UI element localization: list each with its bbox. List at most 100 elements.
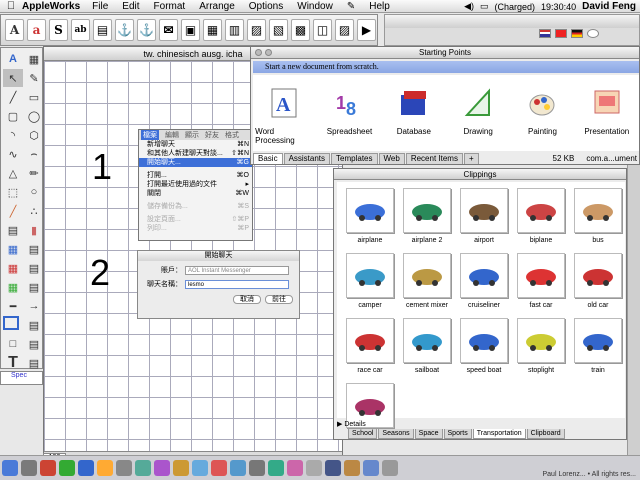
- polygon-tool-icon[interactable]: ⬡: [24, 126, 44, 144]
- app-dock-icon-15[interactable]: [287, 460, 303, 476]
- input-menu-icon[interactable]: [587, 29, 599, 38]
- details-toggle[interactable]: ▶ Details: [337, 420, 366, 428]
- battery-icon[interactable]: ▭: [480, 1, 489, 12]
- text-style-s-icon[interactable]: S: [49, 19, 68, 41]
- menu-edit[interactable]: Edit: [122, 1, 139, 12]
- app-dock-icon-9[interactable]: [173, 460, 189, 476]
- clipping-item[interactable]: airplane: [342, 188, 398, 253]
- clipping-item[interactable]: fast car: [513, 253, 569, 318]
- clipping-item[interactable]: airplane 2: [399, 188, 455, 253]
- app-dock-icon-10[interactable]: [192, 460, 208, 476]
- fill-tool-icon[interactable]: ▤: [3, 221, 23, 239]
- link-icon[interactable]: ⚓: [115, 19, 134, 41]
- app-dock-icon-8[interactable]: [154, 460, 170, 476]
- app-dock-icon-12[interactable]: [230, 460, 246, 476]
- tab-web[interactable]: Web: [378, 153, 405, 164]
- clipping-item[interactable]: sailboat: [399, 318, 455, 383]
- bezier-tool-icon[interactable]: ⌢: [24, 145, 44, 163]
- drawing-item[interactable]: Drawing: [448, 87, 508, 151]
- go-button[interactable]: 前往: [265, 295, 293, 304]
- right-scrollbar[interactable]: [627, 165, 640, 455]
- text-tool-icon[interactable]: A: [3, 50, 23, 68]
- app-dock-icon-14[interactable]: [268, 460, 284, 476]
- send-icon[interactable]: ✉: [159, 19, 178, 41]
- rect-tool-icon[interactable]: ▭: [24, 88, 44, 106]
- database-item[interactable]: Database: [384, 87, 444, 151]
- tab-school[interactable]: School: [348, 429, 378, 439]
- freehand-tool-icon[interactable]: ∿: [3, 145, 23, 163]
- table-icon[interactable]: ▦: [203, 19, 222, 41]
- clipping-item[interactable]: cement mixer: [399, 253, 455, 318]
- align-icon[interactable]: ▨: [335, 19, 354, 41]
- user-name[interactable]: David Feng: [582, 1, 636, 12]
- menu-window[interactable]: Window: [297, 1, 333, 12]
- tab-space[interactable]: Space: [414, 429, 443, 439]
- tab-sports[interactable]: Sports: [443, 429, 472, 439]
- app-dock-icon-6[interactable]: [116, 460, 132, 476]
- spreadsheet-tool-icon[interactable]: ▦: [24, 50, 44, 68]
- tab-transportation[interactable]: Transportation: [472, 429, 526, 439]
- menu-item[interactable]: 開始聊天... ⌘G: [139, 158, 252, 167]
- text-style-a-red-icon[interactable]: a: [27, 19, 46, 41]
- document-icon[interactable]: ▤: [93, 19, 112, 41]
- app-dock-icon-11[interactable]: [211, 460, 227, 476]
- menu-options[interactable]: Options: [249, 1, 283, 12]
- line-swatch-icon[interactable]: □: [3, 335, 23, 353]
- ungroup-icon[interactable]: ▩: [291, 19, 310, 41]
- tab-templates[interactable]: Templates: [331, 153, 378, 164]
- side-prompt[interactable]: Spec: [0, 371, 43, 385]
- group-icon[interactable]: ▧: [269, 19, 288, 41]
- app-dock-icon-1[interactable]: [21, 460, 37, 476]
- app-dock-icon-19[interactable]: [363, 460, 379, 476]
- menu-arrange[interactable]: Arrange: [199, 1, 235, 12]
- clipping-item[interactable]: bus: [570, 188, 626, 253]
- eyedropper-tool-icon[interactable]: ✎: [24, 69, 44, 87]
- app-dock-icon-2[interactable]: [40, 460, 56, 476]
- tab-add[interactable]: +: [463, 153, 479, 164]
- tab-basic[interactable]: Basic: [253, 153, 283, 164]
- clock[interactable]: 19:30:40: [541, 2, 576, 12]
- text-tool-large-icon[interactable]: T: [3, 354, 23, 372]
- word-processing-item[interactable]: A Word Processing: [255, 87, 315, 151]
- gradient-icon[interactable]: ▤: [24, 278, 44, 296]
- tab-seasons[interactable]: Seasons: [378, 429, 414, 439]
- finder-dock-icon[interactable]: [2, 460, 18, 476]
- clipping-item[interactable]: train: [570, 318, 626, 383]
- menu-format-zh[interactable]: 格式: [225, 130, 239, 140]
- spray-tool-icon[interactable]: ∴: [24, 202, 44, 220]
- text-style-ab-icon[interactable]: ab: [71, 19, 90, 41]
- menu-format[interactable]: Format: [154, 1, 186, 12]
- menu-view-zh[interactable]: 顯示: [185, 130, 199, 140]
- app-dock-icon-5[interactable]: [97, 460, 113, 476]
- menu-help[interactable]: Help: [369, 1, 390, 12]
- lasso-tool-icon[interactable]: ○: [24, 183, 44, 201]
- line-pattern-icon[interactable]: ▤: [24, 259, 44, 277]
- app-dock-icon-16[interactable]: [306, 460, 322, 476]
- fill-pattern-icon[interactable]: ▤: [24, 240, 44, 258]
- text-swatch-icon[interactable]: ▤: [24, 354, 44, 372]
- chart-icon[interactable]: ▥: [225, 19, 244, 41]
- clipping-item[interactable]: old car: [570, 253, 626, 318]
- select-tool-icon[interactable]: ⬚: [3, 183, 23, 201]
- anchor-icon[interactable]: ⚓: [137, 19, 156, 41]
- rounded-rect-tool-icon[interactable]: ▢: [3, 107, 23, 125]
- more-icon[interactable]: ▶: [357, 19, 376, 41]
- script-menu-icon[interactable]: ✎: [347, 1, 355, 12]
- palette-icon[interactable]: ▨: [247, 19, 266, 41]
- clipping-item[interactable]: biplane: [513, 188, 569, 253]
- triangle-tool-icon[interactable]: △: [3, 164, 23, 182]
- arrange-icon[interactable]: ◫: [313, 19, 332, 41]
- tab-clipboard[interactable]: Clipboard: [526, 429, 565, 439]
- menu-item[interactable]: 打開最近使用過的文件 ▸: [139, 180, 252, 189]
- text-style-a-icon[interactable]: A: [5, 19, 24, 41]
- app-dock-icon-13[interactable]: [249, 460, 265, 476]
- chat-name-input[interactable]: lesmo: [185, 279, 289, 289]
- menu-file-zh[interactable]: 檔案: [141, 130, 159, 140]
- app-dock-icon-3[interactable]: [59, 460, 75, 476]
- app-dock-icon-7[interactable]: [135, 460, 151, 476]
- clipping-item[interactable]: cruiseliner: [456, 253, 512, 318]
- painting-item[interactable]: Painting: [512, 87, 572, 151]
- oval-tool-icon[interactable]: ◯: [24, 107, 44, 125]
- app-dock-icon-18[interactable]: [344, 460, 360, 476]
- app-dock-icon-17[interactable]: [325, 460, 341, 476]
